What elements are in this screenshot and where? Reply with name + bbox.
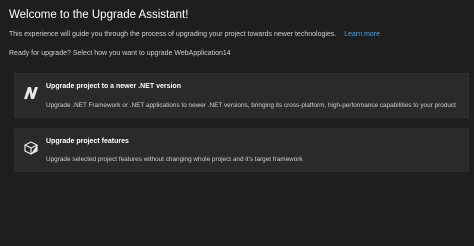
option-description: Upgrade .NET Framework or .NET applicati… [46, 102, 456, 109]
option-title: Upgrade project to a newer .NET version [46, 83, 181, 90]
upgrade-dotnet-version-option[interactable]: Upgrade project to a newer .NET version … [14, 73, 469, 118]
option-title: Upgrade project features [46, 138, 129, 145]
page-title: Welcome to the Upgrade Assistant! [9, 9, 189, 21]
package-icon [23, 141, 39, 155]
ready-prompt: Ready for upgrade? Select how you want t… [9, 50, 231, 57]
intro-text: This experience will guide you through t… [9, 31, 337, 38]
option-description: Upgrade selected project features withou… [46, 156, 303, 163]
dotnet-icon [23, 86, 39, 100]
intro-line: This experience will guide you through t… [9, 31, 380, 38]
upgrade-project-features-option[interactable]: Upgrade project features Upgrade selecte… [14, 128, 469, 172]
learn-more-link[interactable]: Learn more [344, 31, 380, 38]
